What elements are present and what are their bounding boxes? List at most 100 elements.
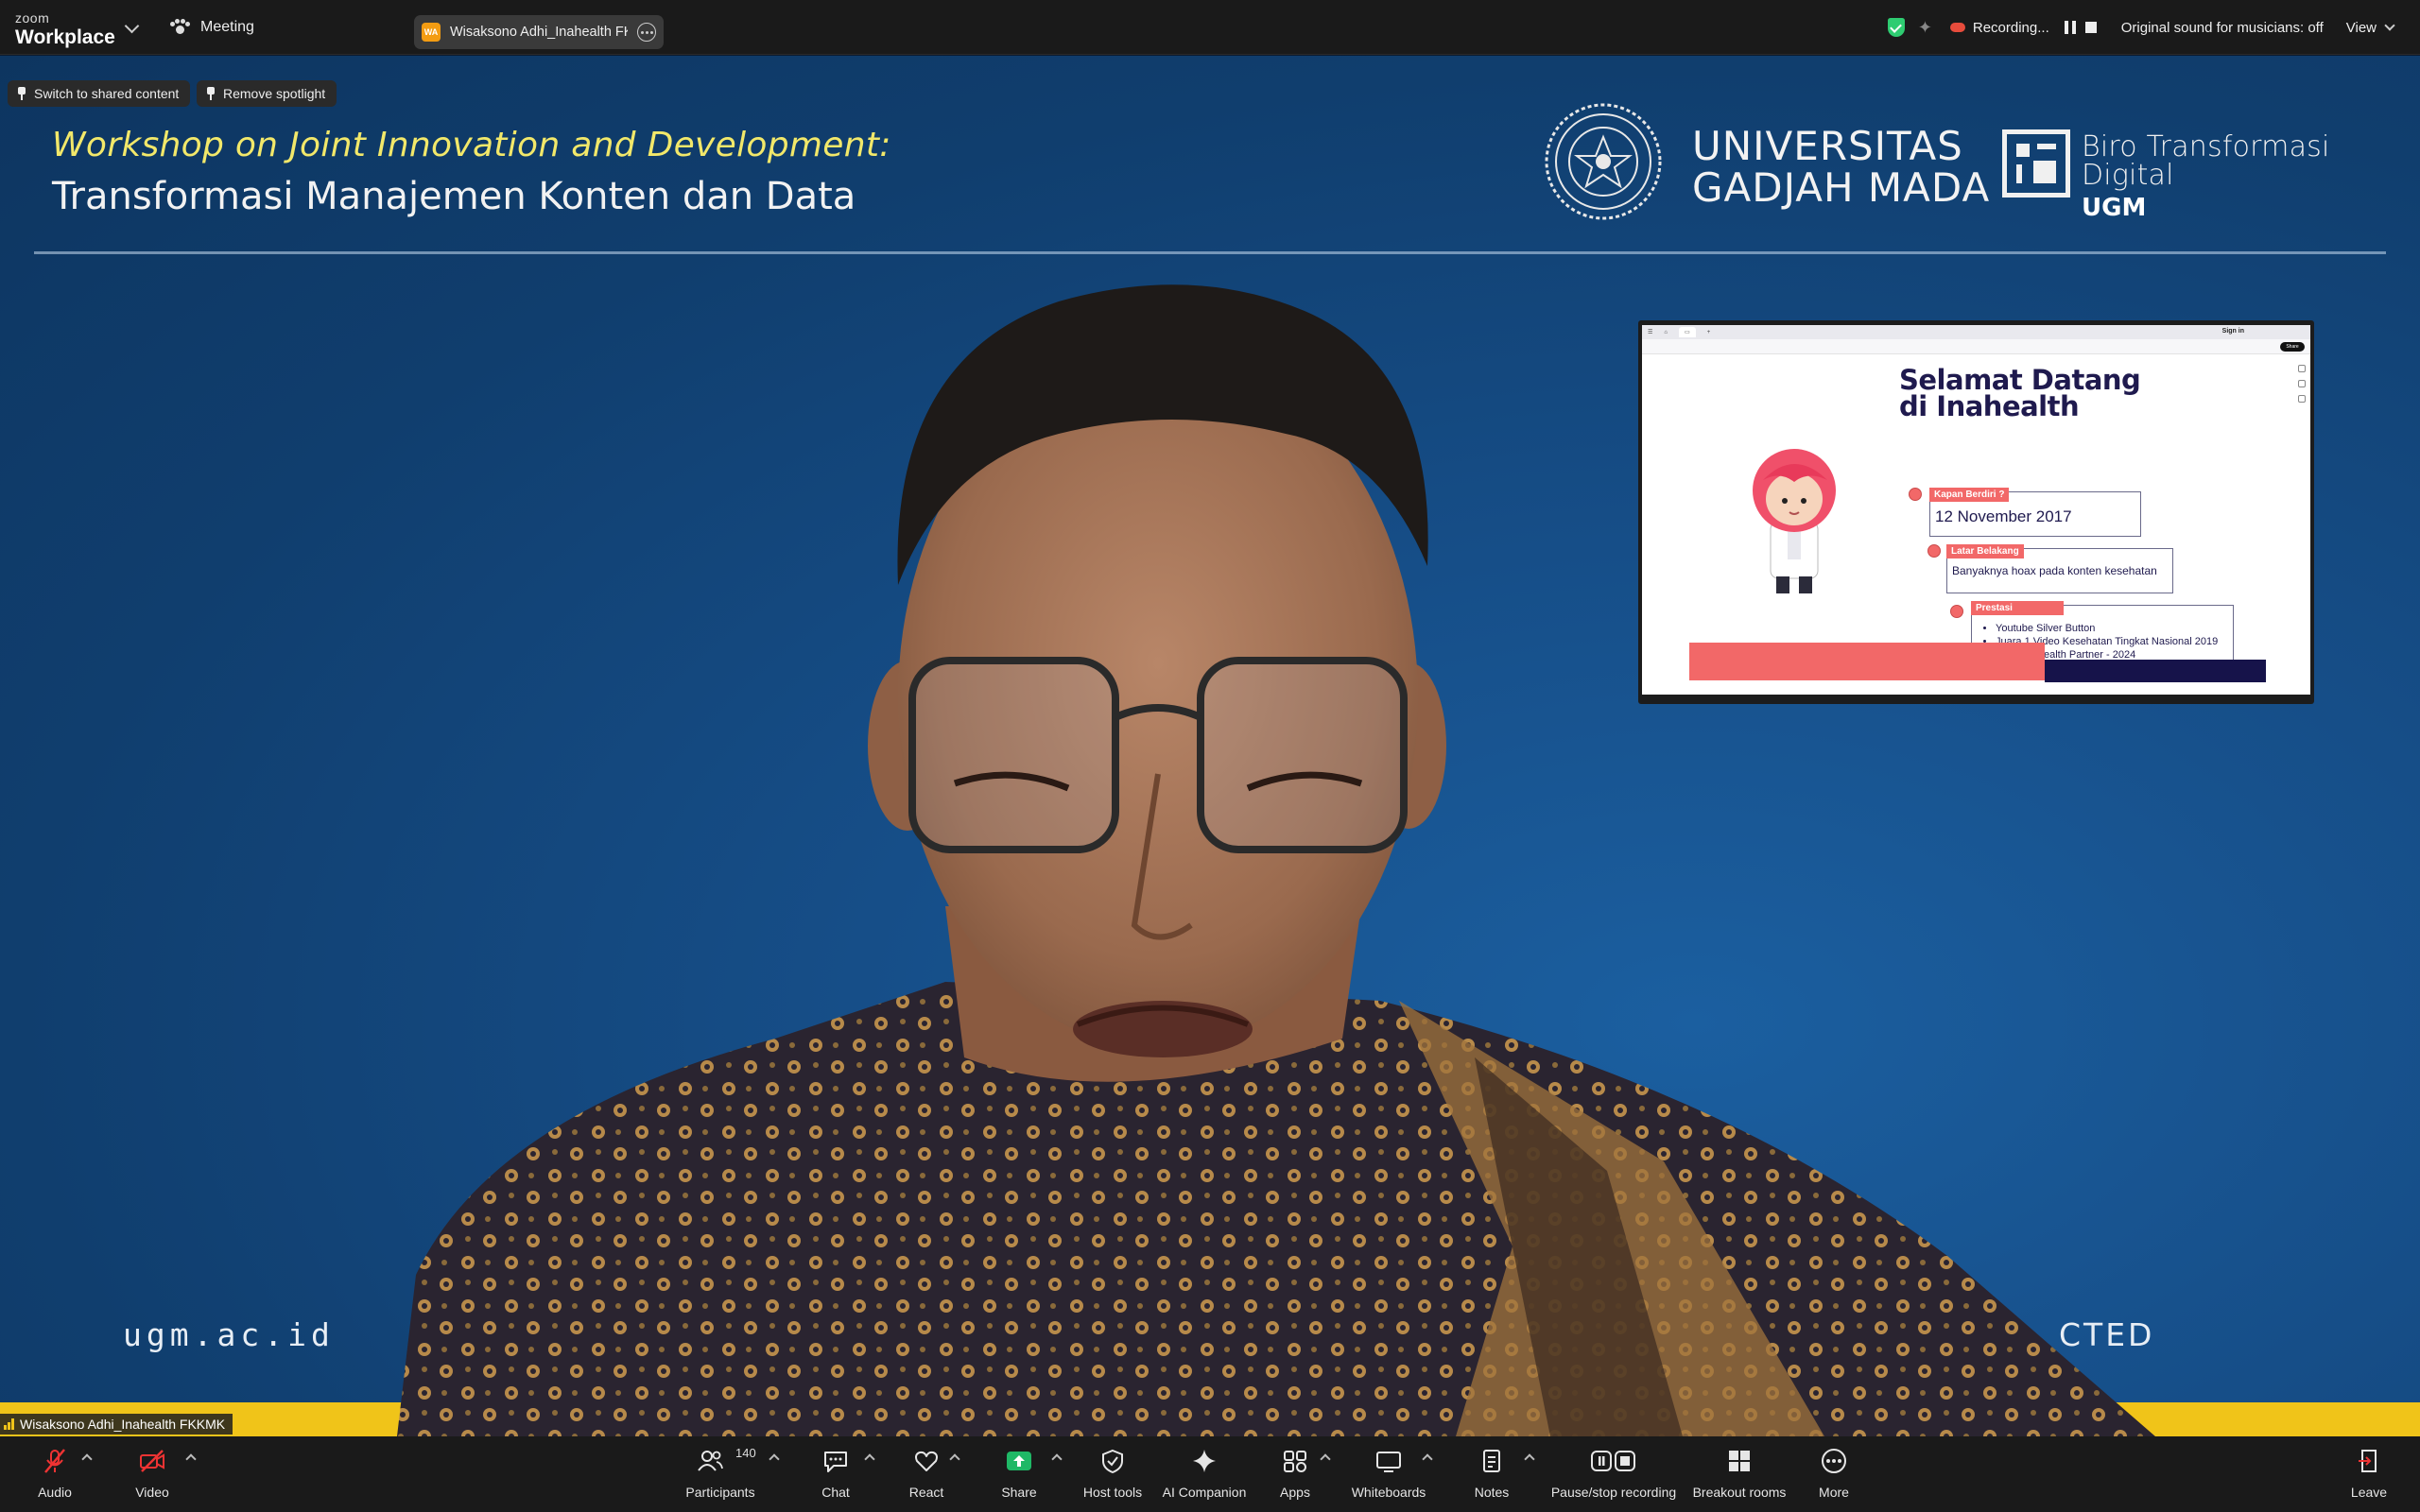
sign-in-link: Sign in: [2221, 328, 2244, 335]
chevron-up-icon[interactable]: [1051, 1453, 1063, 1465]
browser-tab: ▭: [1679, 327, 1696, 337]
view-button[interactable]: View: [2345, 19, 2395, 36]
slide-title-line2: di Inahealth: [1899, 390, 2080, 422]
sparkle-icon[interactable]: ✦: [1918, 19, 1935, 36]
whiteboards-label: Whiteboards: [1351, 1485, 1426, 1500]
apps-label: Apps: [1280, 1485, 1310, 1500]
zoom-workplace-logo[interactable]: zoom Workplace: [15, 11, 115, 47]
chevron-down-icon: [2384, 20, 2395, 31]
camera-off-icon: [140, 1450, 164, 1472]
stop-icon[interactable]: [2084, 22, 2097, 33]
video-label: Video: [135, 1485, 169, 1500]
view-label: View: [2345, 19, 2377, 36]
chevron-up-icon[interactable]: [949, 1453, 960, 1465]
react-heart-icon: [915, 1451, 938, 1471]
home-icon: ⌂: [1664, 329, 1668, 335]
meeting-menu[interactable]: Meeting: [170, 19, 254, 36]
remove-spotlight-button[interactable]: Remove spotlight: [197, 80, 337, 107]
whiteboard-icon: [1376, 1452, 1401, 1472]
breakout-rooms-button[interactable]: Breakout rooms: [1690, 1444, 1789, 1504]
switch-to-shared-content-label: Switch to shared content: [34, 86, 180, 101]
doc-toolbar: [1642, 339, 2310, 354]
chevron-up-icon[interactable]: [769, 1453, 780, 1465]
chevron-up-icon[interactable]: [1524, 1453, 1535, 1465]
switch-to-shared-content-button[interactable]: Switch to shared content: [8, 80, 191, 107]
shield-check-icon[interactable]: [1887, 18, 1905, 37]
logo-zoom-text: zoom: [15, 10, 50, 26]
prestasi-item: Youtube Silver Button: [1996, 622, 2218, 635]
more-icon[interactable]: [637, 23, 656, 42]
latar-value: Banyaknya hoax pada konten kesehatan: [1952, 564, 2157, 577]
speaker-tab[interactable]: WA Wisaksono Adhi_Inahealth FKKMK: [414, 15, 664, 49]
bullet-dot: [1909, 488, 1922, 501]
pause-stop-recording-label: Pause/stop recording: [1550, 1485, 1677, 1500]
bullet-dot: [1950, 605, 1963, 618]
pause-icon[interactable]: [2064, 21, 2076, 34]
latar-tag: Latar Belakang: [1946, 544, 2024, 558]
recording-label[interactable]: Recording...: [1973, 20, 2049, 36]
slide-title: Selamat Datang di Inahealth: [1899, 364, 2141, 422]
participant-name: Wisaksono Adhi_Inahealth FKKMK: [20, 1417, 226, 1432]
kapan-value: 12 November 2017: [1935, 507, 2072, 525]
side-tool-icon: [2298, 395, 2306, 403]
more-icon: [1822, 1449, 1846, 1473]
shield-icon: [1102, 1449, 1123, 1474]
new-tab-icon: +: [1706, 329, 1711, 335]
pause-stop-recording-icon: [1591, 1451, 1635, 1471]
browser-tab-strip: ☰ ⌂ ▭ +: [1642, 325, 2310, 339]
pin-icon: [206, 87, 216, 100]
participants-label: Participants: [685, 1485, 755, 1500]
tab-speaker-name: Wisaksono Adhi_Inahealth FKKMK: [450, 25, 628, 40]
slide-canvas: Selamat Datang di Inahealth Kapan Berdir…: [1689, 355, 2266, 682]
participants-count: 140: [735, 1446, 756, 1460]
paw-icon: [170, 19, 190, 36]
microphone-muted-icon: [44, 1449, 65, 1473]
chat-icon: [824, 1452, 847, 1472]
prestasi-tag: Prestasi: [1971, 601, 2064, 615]
pause-stop-recording-button[interactable]: Pause/stop recording: [1550, 1444, 1677, 1504]
video-button[interactable]: Video: [127, 1444, 178, 1504]
share-label: Share: [1001, 1485, 1037, 1500]
leave-door-icon: [2359, 1450, 2377, 1472]
ai-companion-label: AI Companion: [1162, 1485, 1247, 1500]
more-button[interactable]: More: [1813, 1444, 1855, 1504]
top-bar: zoom Workplace Meeting WA Wisaksono Adhi…: [0, 0, 2420, 55]
leave-button[interactable]: Leave: [2348, 1444, 2390, 1504]
react-button[interactable]: React: [904, 1444, 949, 1504]
host-tools-label: Host tools: [1082, 1485, 1143, 1500]
share-button[interactable]: Share: [996, 1444, 1042, 1504]
share-doc-button: Share: [2280, 342, 2305, 352]
audio-label: Audio: [38, 1485, 72, 1500]
original-sound-toggle[interactable]: Original sound for musicians: off: [2121, 20, 2324, 36]
audio-button[interactable]: Audio: [28, 1444, 81, 1504]
whiteboards-button[interactable]: Whiteboards: [1350, 1444, 1427, 1504]
bullet-dot: [1927, 544, 1941, 558]
cloud-record-icon: [1949, 23, 1965, 32]
slide-footer-red: [1689, 643, 2045, 680]
breakout-rooms-label: Breakout rooms: [1692, 1485, 1787, 1500]
slide-title-line1: Selamat Datang: [1899, 364, 2141, 396]
chevron-up-icon[interactable]: [185, 1453, 197, 1465]
chat-button[interactable]: Chat: [815, 1444, 856, 1504]
apps-button[interactable]: Apps: [1278, 1444, 1312, 1504]
participants-button[interactable]: 140 Participants: [683, 1444, 758, 1504]
chat-label: Chat: [821, 1485, 850, 1500]
kapan-tag: Kapan Berdiri ?: [1929, 488, 2010, 502]
presenter-video: [397, 284, 2155, 1436]
ai-companion-button[interactable]: AI Companion: [1161, 1444, 1248, 1504]
notes-button[interactable]: Notes: [1471, 1444, 1512, 1504]
tab-avatar: WA: [422, 23, 441, 42]
breakout-rooms-icon: [1729, 1451, 1750, 1471]
host-tools-button[interactable]: Host tools: [1080, 1444, 1146, 1504]
shared-content-thumbnail[interactable]: ☰ ⌂ ▭ + Sign in Share Selamat Datang di …: [1638, 320, 2314, 704]
chevron-up-icon[interactable]: [81, 1453, 93, 1465]
more-label: More: [1819, 1485, 1849, 1500]
notes-icon: [1483, 1450, 1500, 1472]
menu-icon: ☰: [1648, 330, 1653, 335]
chevron-up-icon[interactable]: [864, 1453, 875, 1465]
chevron-up-icon[interactable]: [1320, 1453, 1331, 1465]
leave-label: Leave: [2350, 1485, 2388, 1500]
video-stage: Workshop on Joint Innovation and Develop…: [0, 56, 2420, 1436]
chevron-down-icon[interactable]: [124, 18, 140, 34]
remove-spotlight-label: Remove spotlight: [223, 86, 326, 101]
